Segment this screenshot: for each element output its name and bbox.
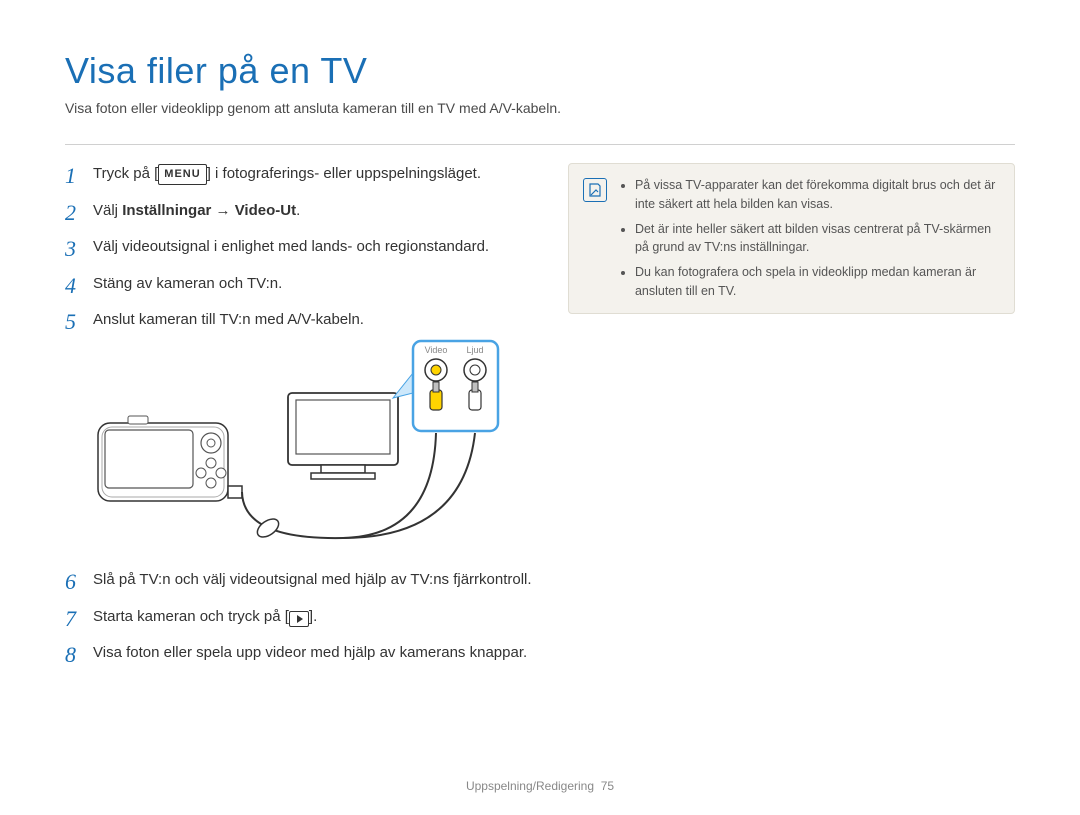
connection-diagram: Video Ljud [93,338,532,556]
note-item-2: Det är inte heller säkert att bilden vis… [635,220,998,258]
step-3: Välj videoutsignal i enlighet med lands-… [65,236,532,259]
step-5-text: Anslut kameran till TV:n med A/V-kabeln. [93,311,364,328]
tv-icon [288,393,398,479]
note-item-3: Du kan fotografera och spela in videokli… [635,263,998,301]
video-label: Video [425,345,448,355]
audio-label: Ljud [466,345,483,355]
steps-column: Tryck på [MENU] i fotograferings- eller … [65,163,532,679]
page-footer: Uppspelning/Redigering 75 [0,779,1080,793]
intro-text: Visa foton eller videoklipp genom att an… [65,100,1015,116]
connector-callout: Video Ljud [393,341,498,431]
step-7-text-a: Starta kameran och tryck på [ [93,608,289,625]
divider [65,144,1015,145]
footer-page-number: 75 [601,779,614,793]
page-title: Visa filer på en TV [65,50,1015,92]
step-8: Visa foton eller spela upp videor med hj… [65,642,532,665]
step-5: Anslut kameran till TV:n med A/V-kabeln. [65,309,532,555]
step-2: Välj Inställningar → Video-Ut. [65,200,532,223]
note-box: På vissa TV-apparater kan det förekomma … [568,163,1015,314]
step-1-text-a: Tryck på [ [93,165,158,182]
menu-button-icon: MENU [158,164,206,185]
note-icon [583,178,607,202]
step-2-post: . [296,202,300,219]
step-2-pre: Välj [93,202,122,219]
step-7-text-b: ]. [309,608,317,625]
step-2-bold: Inställningar → Video-Ut [122,202,296,219]
step-6: Slå på TV:n och välj videoutsignal med h… [65,569,532,592]
camera-icon [98,416,228,501]
step-4: Stäng av kameran och TV:n. [65,273,532,296]
step-1-text-b: ] i fotograferings- eller uppspelningslä… [207,165,481,182]
footer-section: Uppspelning/Redigering [466,779,594,793]
playback-icon [289,611,309,627]
note-item-1: På vissa TV-apparater kan det förekomma … [635,176,998,214]
step-7: Starta kameran och tryck på []. [65,606,532,629]
step-1: Tryck på [MENU] i fotograferings- eller … [65,163,532,186]
